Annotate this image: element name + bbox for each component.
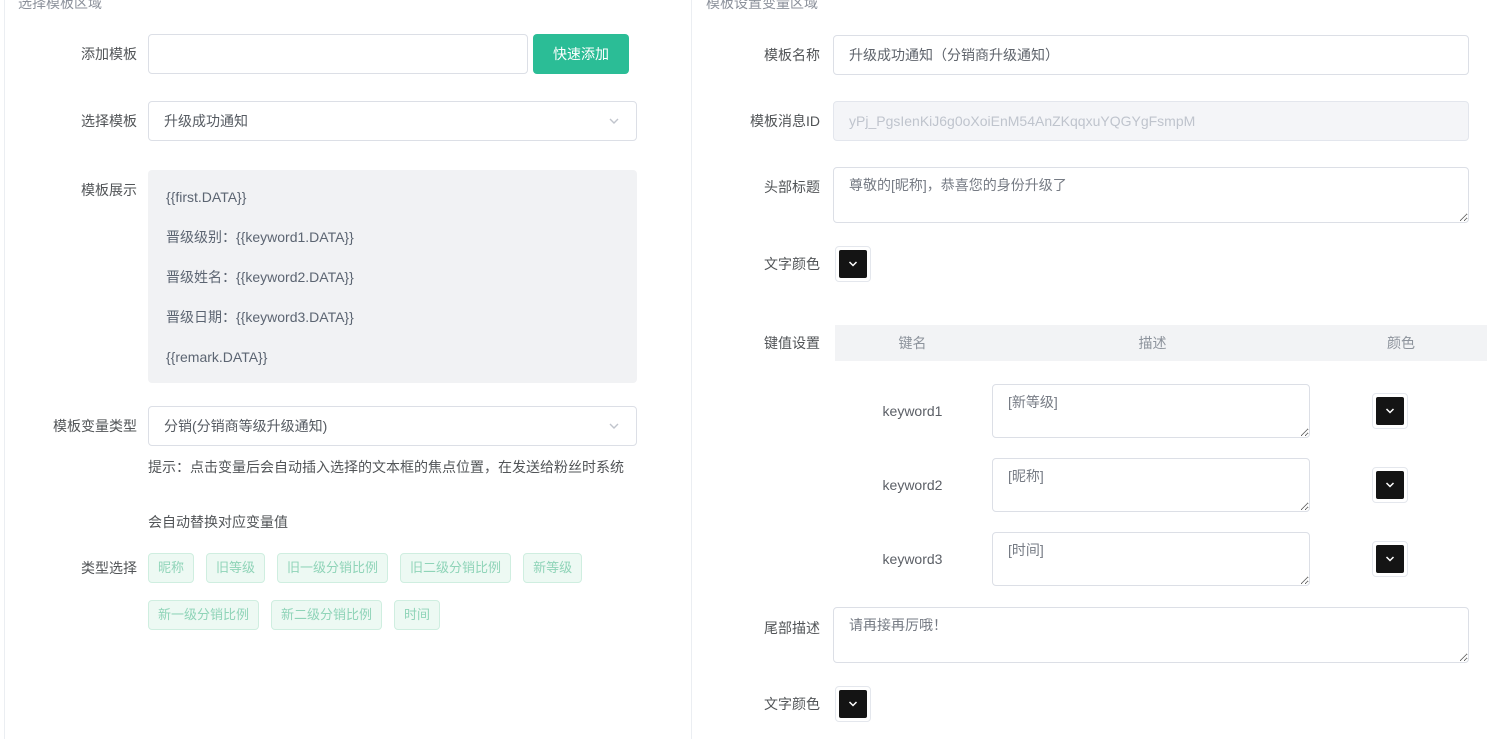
template-msg-id-label: 模板消息ID — [691, 111, 820, 131]
keyword2-key: keyword2 — [835, 475, 990, 495]
chevron-down-icon — [1384, 405, 1396, 417]
keyword1-color-picker[interactable] — [1372, 393, 1408, 429]
color-swatch — [1376, 397, 1404, 425]
type-tag-new-l2-ratio[interactable]: 新二级分销比例 — [271, 600, 382, 630]
column-header-key: 键名 — [835, 333, 990, 353]
color-swatch — [1376, 471, 1404, 499]
variable-type-select-value: 分销(分销商等级升级通知) — [164, 416, 607, 436]
keyword3-color-picker[interactable] — [1372, 541, 1408, 577]
text-color-bottom-label: 文字颜色 — [691, 694, 820, 714]
keyvalue-table-header: 键名 描述 颜色 — [835, 325, 1487, 361]
template-name-input[interactable] — [833, 35, 1469, 75]
preview-line: 晋级级别：{{keyword1.DATA}} — [166, 229, 619, 246]
left-panel-title: 选择模板区域 — [18, 0, 102, 13]
template-select[interactable]: 升级成功通知 — [148, 101, 637, 141]
keyword2-color-picker[interactable] — [1372, 467, 1408, 503]
footer-desc-textarea[interactable]: 请再接再厉哦！ — [833, 607, 1469, 663]
color-swatch — [839, 690, 867, 718]
footer-desc-label: 尾部描述 — [691, 618, 820, 638]
type-tag-new-level[interactable]: 新等级 — [523, 553, 582, 583]
chevron-down-icon — [1384, 479, 1396, 491]
text-color-top-picker[interactable] — [835, 246, 871, 282]
keyword3-key: keyword3 — [835, 549, 990, 569]
chevron-down-icon — [607, 419, 621, 433]
type-tag-list: 昵称 旧等级 旧一级分销比例 旧二级分销比例 新等级 新一级分销比例 新二级分销… — [148, 553, 637, 630]
color-swatch — [839, 250, 867, 278]
keyword1-desc-textarea[interactable]: [新等级] — [992, 384, 1310, 438]
type-tag-new-l1-ratio[interactable]: 新一级分销比例 — [148, 600, 259, 630]
type-tag-nickname[interactable]: 昵称 — [148, 553, 194, 583]
variable-type-label: 模板变量类型 — [0, 416, 137, 436]
type-select-label: 类型选择 — [0, 558, 137, 578]
column-header-desc: 描述 — [990, 333, 1315, 353]
header-title-label: 头部标题 — [691, 177, 820, 197]
variable-type-select[interactable]: 分销(分销商等级升级通知) — [148, 406, 637, 446]
preview-line: 晋级姓名：{{keyword2.DATA}} — [166, 269, 619, 286]
template-msg-id-input — [833, 101, 1469, 141]
keyvalue-label: 键值设置 — [691, 333, 820, 353]
preview-line: {{remark.DATA}} — [166, 349, 619, 366]
keyword3-desc-textarea[interactable]: [时间] — [992, 532, 1310, 586]
text-color-bottom-picker[interactable] — [835, 686, 871, 722]
type-tag-old-l2-ratio[interactable]: 旧二级分销比例 — [400, 553, 511, 583]
select-template-label: 选择模板 — [0, 111, 137, 131]
chevron-down-icon — [1384, 553, 1396, 565]
header-title-textarea[interactable]: 尊敬的[昵称]，恭喜您的身份升级了 — [833, 167, 1469, 223]
preview-line: {{first.DATA}} — [166, 189, 619, 206]
add-template-input[interactable] — [148, 34, 528, 74]
template-preview-label: 模板展示 — [0, 180, 137, 200]
chevron-down-icon — [847, 698, 859, 710]
template-name-label: 模板名称 — [691, 45, 820, 65]
template-preview-box: {{first.DATA}} 晋级级别：{{keyword1.DATA}} 晋级… — [148, 170, 637, 383]
variable-hint-line-2: 会自动替换对应变量值 — [148, 512, 288, 532]
variable-hint-line-1: 提示：点击变量后会自动插入选择的文本框的焦点位置，在发送给粉丝时系统 — [148, 457, 624, 477]
keyword2-desc-textarea[interactable]: [昵称] — [992, 458, 1310, 512]
quick-add-button[interactable]: 快速添加 — [533, 34, 629, 74]
keyword1-key: keyword1 — [835, 401, 990, 421]
type-tag-time[interactable]: 时间 — [394, 600, 440, 630]
template-config-page: 选择模板区域 添加模板 快速添加 选择模板 升级成功通知 模板展示 {{firs… — [0, 0, 1505, 739]
add-template-label: 添加模板 — [0, 44, 137, 64]
chevron-down-icon — [847, 258, 859, 270]
type-tag-old-level[interactable]: 旧等级 — [206, 553, 265, 583]
type-tag-old-l1-ratio[interactable]: 旧一级分销比例 — [277, 553, 388, 583]
chevron-down-icon — [607, 114, 621, 128]
right-panel-title: 模板设置变量区域 — [706, 0, 818, 13]
column-header-color: 颜色 — [1315, 333, 1487, 353]
preview-line: 晋级日期：{{keyword3.DATA}} — [166, 309, 619, 326]
text-color-top-label: 文字颜色 — [691, 254, 820, 274]
template-select-value: 升级成功通知 — [164, 111, 607, 131]
color-swatch — [1376, 545, 1404, 573]
